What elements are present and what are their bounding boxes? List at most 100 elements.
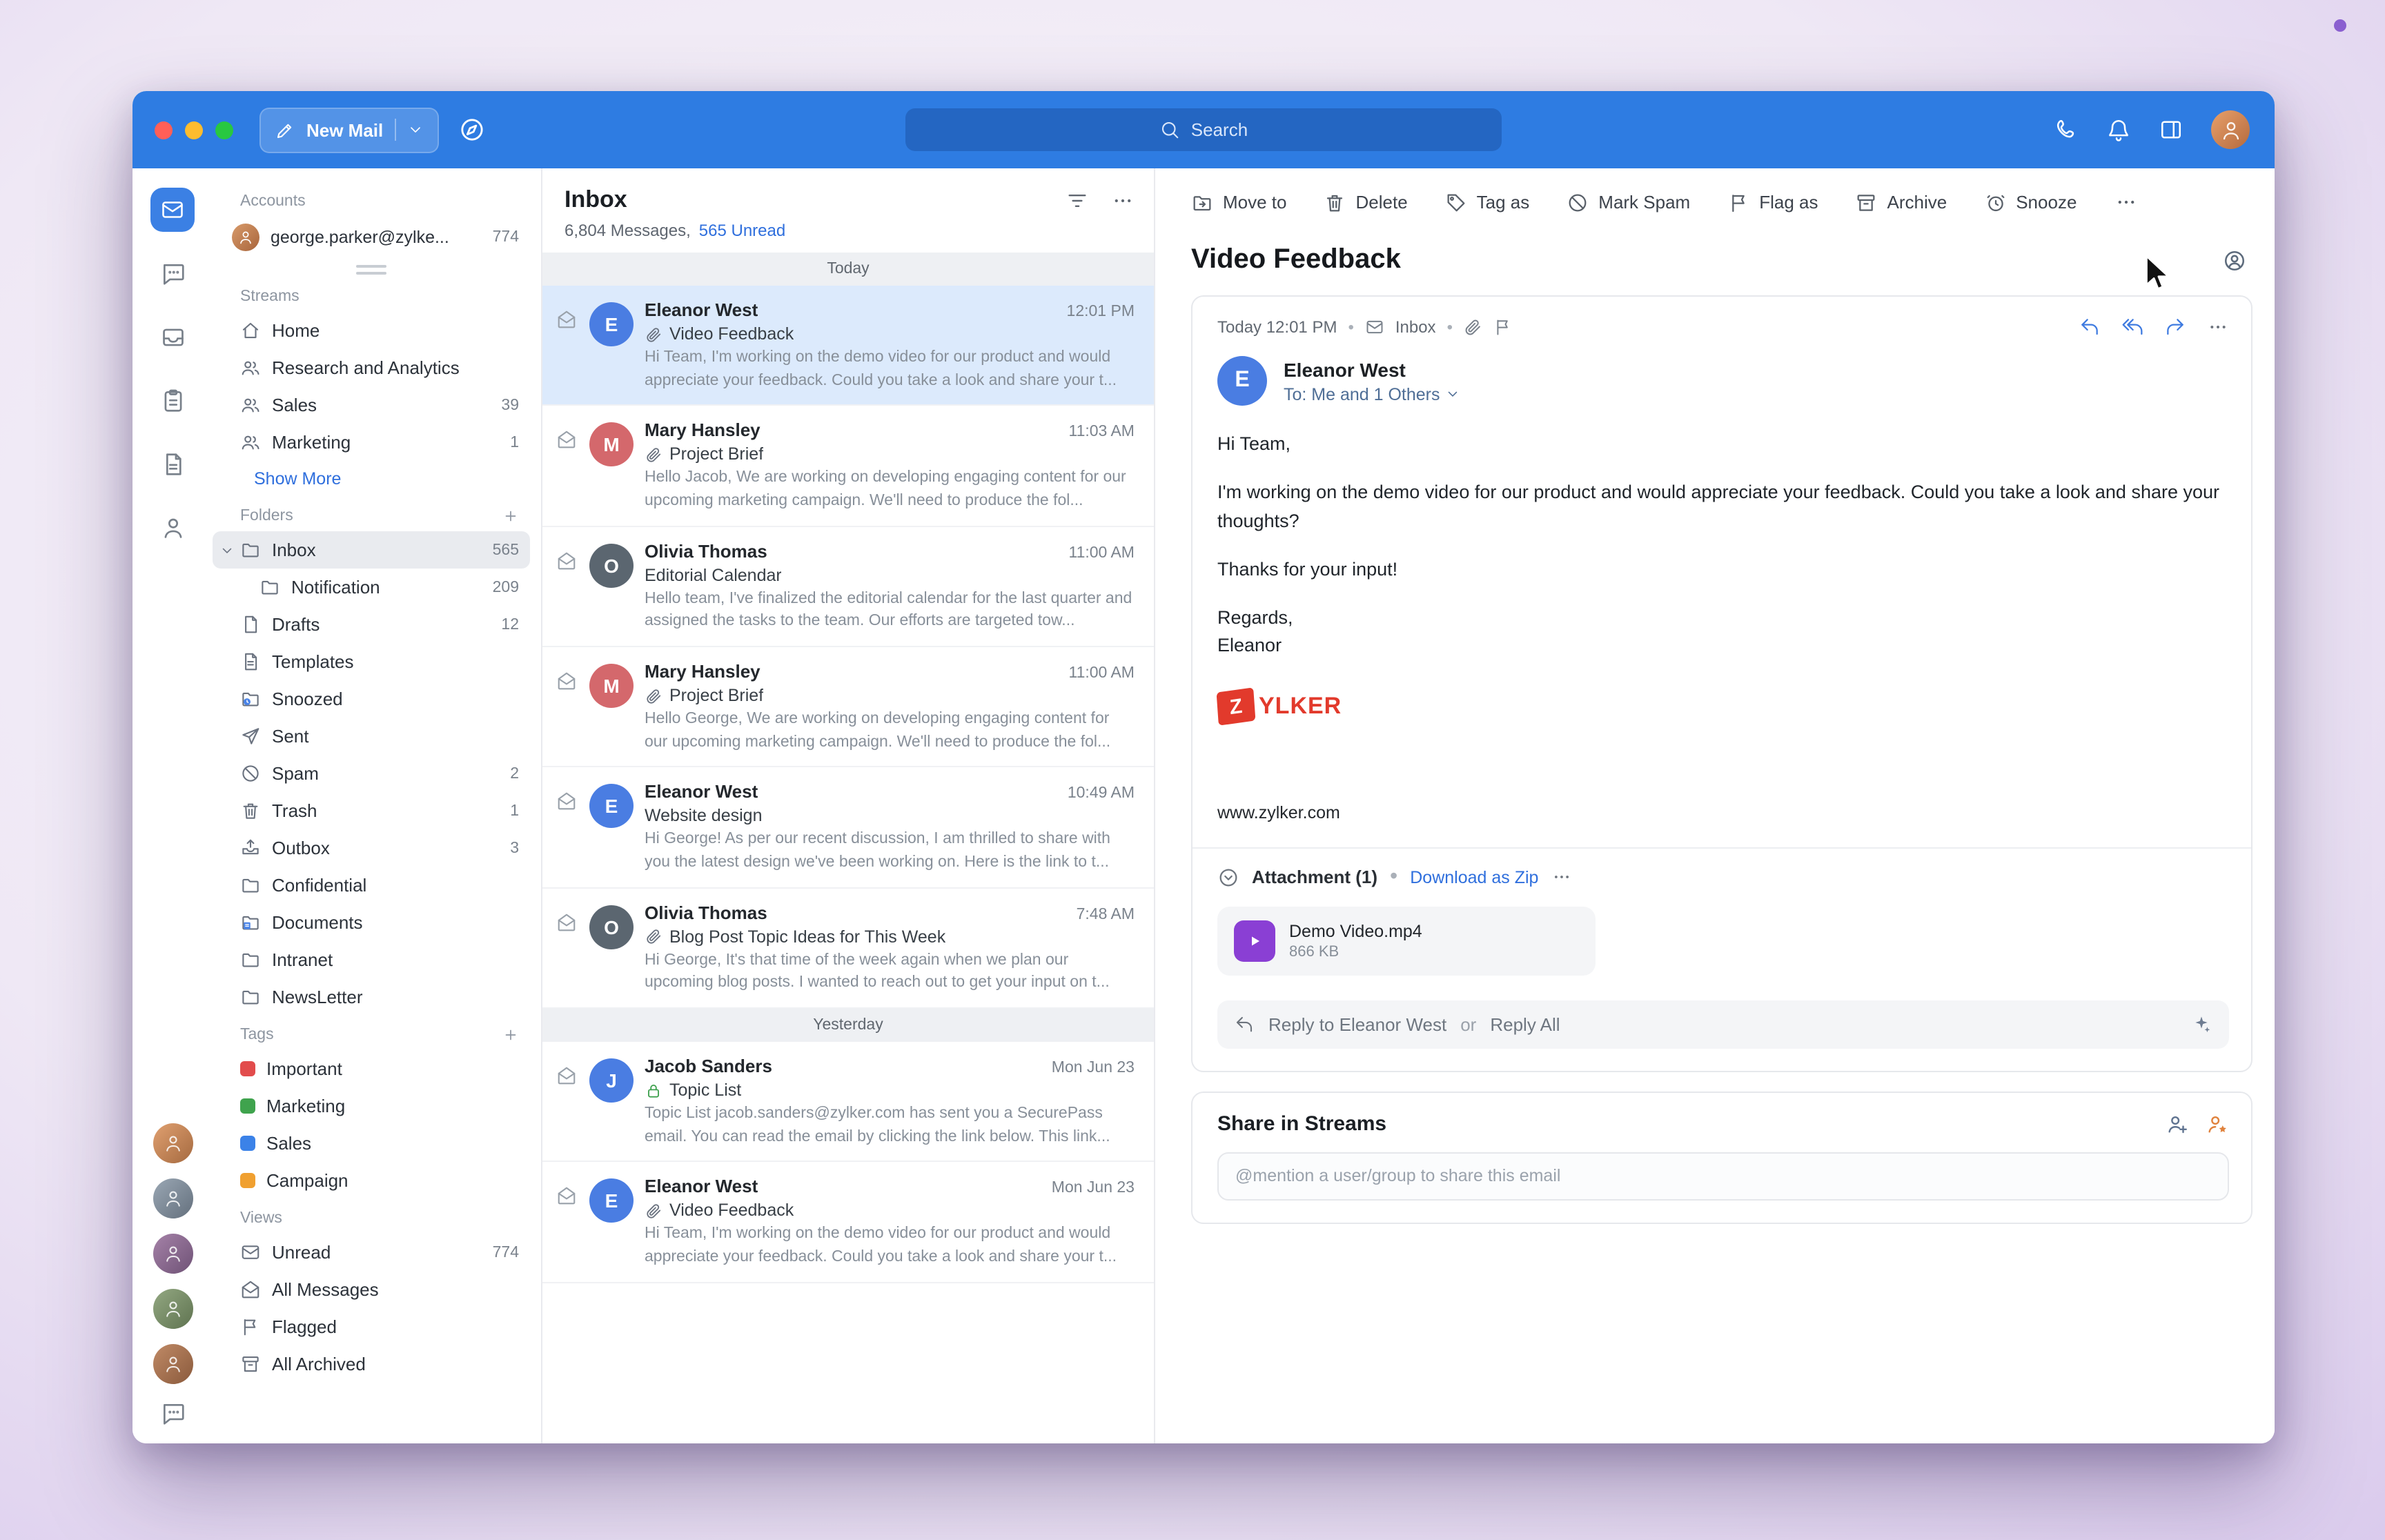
- tag-item-sales[interactable]: Sales: [213, 1125, 530, 1162]
- rail-avatar-2[interactable]: [153, 1178, 193, 1218]
- tag-item-marketing[interactable]: Marketing: [213, 1087, 530, 1125]
- share-user-highlight-icon[interactable]: [2206, 1112, 2229, 1135]
- filter-icon[interactable]: [1066, 188, 1089, 212]
- email-list-item[interactable]: EEleanor West10:49 AMWebsite designHi Ge…: [542, 768, 1154, 889]
- email-list-item[interactable]: OOlivia Thomas11:00 AMEditorial Calendar…: [542, 526, 1154, 647]
- attachment-collapse-icon[interactable]: [1217, 866, 1239, 888]
- account-item[interactable]: george.parker@zylke... 774: [213, 217, 530, 258]
- folder-item-trash[interactable]: Trash1: [213, 792, 530, 829]
- email-list-item[interactable]: JJacob SandersMon Jun 23Topic ListTopic …: [542, 1042, 1154, 1163]
- signature-website[interactable]: www.zylker.com: [1192, 722, 2251, 847]
- quick-access-button[interactable]: [458, 116, 485, 144]
- add-folder-icon[interactable]: [502, 508, 519, 524]
- share-mention-input[interactable]: [1217, 1152, 2229, 1200]
- folder-item-notification[interactable]: Notification209: [213, 569, 530, 606]
- folder-item-sent[interactable]: Sent: [213, 718, 530, 755]
- unread-count: 1: [510, 802, 519, 819]
- rail-avatar-3[interactable]: [153, 1234, 193, 1274]
- folder-item-inbox[interactable]: Inbox565: [213, 531, 530, 569]
- folder-item-newsletter[interactable]: NewsLetter: [213, 978, 530, 1016]
- notes-module[interactable]: [150, 442, 195, 486]
- forward-icon[interactable]: [2164, 316, 2186, 338]
- attachment-more-options-icon[interactable]: [1551, 867, 1571, 887]
- list-more-options-icon[interactable]: [1111, 188, 1135, 212]
- tag-item-important[interactable]: Important: [213, 1050, 530, 1087]
- unread-count-link[interactable]: 565 Unread: [699, 221, 785, 240]
- toolbar-tag-as-button[interactable]: Tag as: [1445, 191, 1530, 213]
- toolbar-mark-spam-button[interactable]: Mark Spam: [1567, 191, 1690, 213]
- view-item-unread[interactable]: Unread774: [213, 1234, 530, 1271]
- folder-item-snoozed[interactable]: Snoozed: [213, 680, 530, 718]
- app-rail: [132, 168, 213, 1443]
- download-as-zip-link[interactable]: Download as Zip: [1410, 867, 1538, 887]
- email-sender-name: Eleanor West: [645, 782, 1057, 802]
- sender-details-icon[interactable]: [2222, 248, 2247, 273]
- attachment-card[interactable]: Demo Video.mp4866 KB: [1217, 906, 1596, 975]
- desktop-accent-dot: [2334, 19, 2346, 32]
- toolbar-snooze-button[interactable]: Snooze: [1984, 191, 2077, 213]
- toolbar-move-to-button[interactable]: Move to: [1191, 191, 1287, 213]
- chevron-down-icon[interactable]: [219, 542, 235, 557]
- tag-item-campaign[interactable]: Campaign: [213, 1162, 530, 1199]
- search-input[interactable]: Search: [905, 108, 1502, 151]
- view-item-flagged[interactable]: Flagged: [213, 1308, 530, 1345]
- folder-item-intranet[interactable]: Intranet: [213, 941, 530, 978]
- folder-item-drafts[interactable]: Drafts12: [213, 606, 530, 643]
- mail-module[interactable]: [150, 188, 195, 232]
- rail-avatar-1[interactable]: [153, 1123, 193, 1163]
- flag-icon: [240, 1316, 261, 1337]
- stream-item-research-and-analytics[interactable]: Research and Analytics: [213, 349, 530, 386]
- toolbar-delete-button[interactable]: Delete: [1324, 191, 1408, 213]
- stream-item-home[interactable]: Home: [213, 312, 530, 349]
- recipients-toggle[interactable]: To: Me and 1 Others: [1284, 384, 1461, 404]
- chat-shortcut-icon[interactable]: [159, 1401, 186, 1427]
- new-mail-options-chevron-icon[interactable]: [406, 121, 423, 138]
- email-more-options-icon[interactable]: [2207, 316, 2229, 338]
- search-icon: [1159, 119, 1180, 140]
- rail-avatar-5[interactable]: [153, 1344, 193, 1384]
- layout-panel-icon[interactable]: [2159, 117, 2183, 142]
- toolbar-flag-as-button[interactable]: Flag as: [1727, 191, 1818, 213]
- zoom-window-button[interactable]: [215, 121, 233, 139]
- zia-sparkle-icon[interactable]: [2190, 1013, 2212, 1035]
- toolbar-more-options-icon[interactable]: [2114, 190, 2137, 214]
- stream-item-marketing[interactable]: Marketing1: [213, 424, 530, 461]
- streams-module[interactable]: [150, 315, 195, 359]
- tasks-module[interactable]: [150, 378, 195, 422]
- notifications-bell-icon[interactable]: [2106, 117, 2131, 142]
- close-window-button[interactable]: [155, 121, 173, 139]
- reply-icon[interactable]: [2079, 316, 2101, 338]
- phone-icon[interactable]: [2054, 117, 2079, 142]
- folder-item-outbox[interactable]: Outbox3: [213, 829, 530, 867]
- email-list-item[interactable]: OOlivia Thomas7:48 AMBlog Post Topic Ide…: [542, 888, 1154, 1009]
- add-tag-icon[interactable]: [502, 1027, 519, 1043]
- dots-icon: [2114, 190, 2137, 214]
- quick-reply-bar[interactable]: Reply to Eleanor West or Reply All: [1217, 1000, 2229, 1048]
- toolbar-archive-button[interactable]: Archive: [1856, 191, 1947, 213]
- rail-avatar-4[interactable]: [153, 1289, 193, 1329]
- new-mail-button[interactable]: New Mail: [259, 107, 438, 152]
- view-item-all-messages[interactable]: All Messages: [213, 1271, 530, 1308]
- folder-item-templates[interactable]: Templates: [213, 643, 530, 680]
- flag-icon[interactable]: [1494, 317, 1513, 337]
- contacts-module[interactable]: [150, 505, 195, 549]
- reply-all-label[interactable]: Reply All: [1490, 1014, 1560, 1034]
- email-list-item[interactable]: EEleanor WestMon Jun 23Video FeedbackHi …: [542, 1163, 1154, 1283]
- view-item-all-archived[interactable]: All Archived: [213, 1345, 530, 1383]
- reply-to-label[interactable]: Reply to Eleanor West: [1268, 1014, 1446, 1034]
- people-icon: [240, 357, 261, 378]
- email-list-item[interactable]: MMary Hansley11:00 AMProject BriefHello …: [542, 647, 1154, 768]
- folder-item-spam[interactable]: Spam2: [213, 755, 530, 792]
- email-list-item[interactable]: EEleanor West12:01 PMVideo FeedbackHi Te…: [542, 286, 1154, 406]
- stream-item-sales[interactable]: Sales39: [213, 386, 530, 424]
- reply-all-icon[interactable]: [2121, 316, 2143, 338]
- sidebar-resize-handle[interactable]: [213, 258, 530, 277]
- email-list-item[interactable]: MMary Hansley11:03 AMProject BriefHello …: [542, 406, 1154, 527]
- minimize-window-button[interactable]: [185, 121, 203, 139]
- chat-module[interactable]: [150, 251, 195, 295]
- folder-item-confidential[interactable]: Confidential: [213, 867, 530, 904]
- share-user-icon[interactable]: [2166, 1112, 2189, 1135]
- show-more-link[interactable]: Show More: [213, 461, 530, 497]
- user-avatar[interactable]: [2211, 110, 2250, 149]
- folder-item-documents[interactable]: Documents: [213, 904, 530, 941]
